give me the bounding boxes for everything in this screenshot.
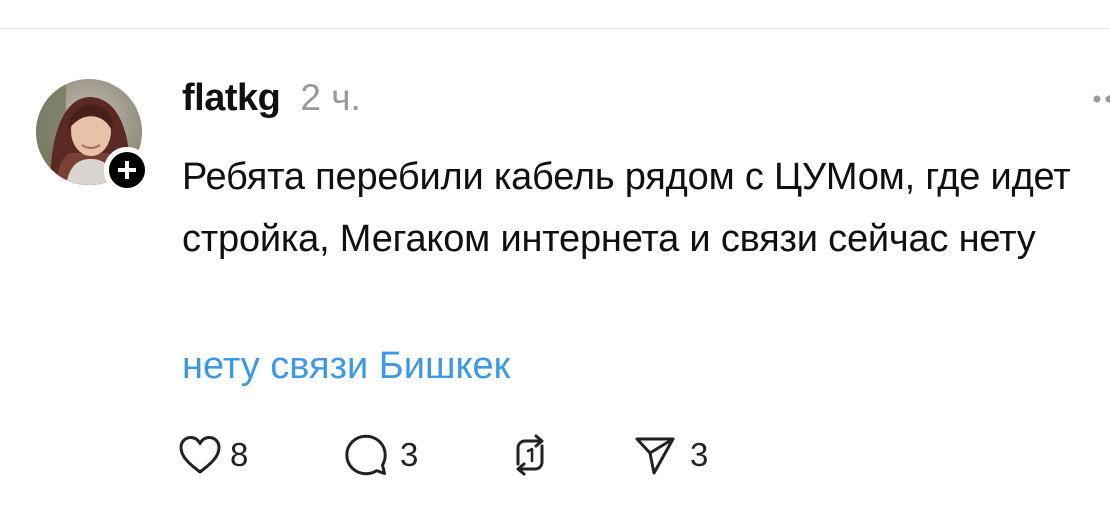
more-options-icon[interactable] (1092, 93, 1110, 105)
top-divider (0, 28, 1110, 29)
plus-icon (118, 161, 136, 179)
repost-button[interactable] (508, 426, 552, 484)
username[interactable]: flatkg (182, 77, 281, 120)
post-time: 2 ч. (300, 77, 361, 118)
topic-tag[interactable]: нету связи Бишкек (182, 338, 510, 394)
comment-count: 3 (400, 436, 419, 473)
heart-icon (179, 436, 221, 474)
comment-icon (345, 434, 387, 476)
share-button[interactable]: 3 (634, 426, 708, 484)
share-count: 3 (690, 436, 709, 473)
like-count: 8 (230, 436, 249, 473)
send-icon (635, 437, 675, 475)
post-text: Ребята перебили кабель рядом с ЦУМом, гд… (182, 156, 1071, 260)
comment-button[interactable]: 3 (344, 426, 418, 484)
like-button[interactable]: 8 (178, 426, 248, 484)
repost-icon (516, 434, 544, 476)
post-header: flatkg 2 ч. (182, 77, 361, 127)
follow-button[interactable] (104, 147, 150, 193)
